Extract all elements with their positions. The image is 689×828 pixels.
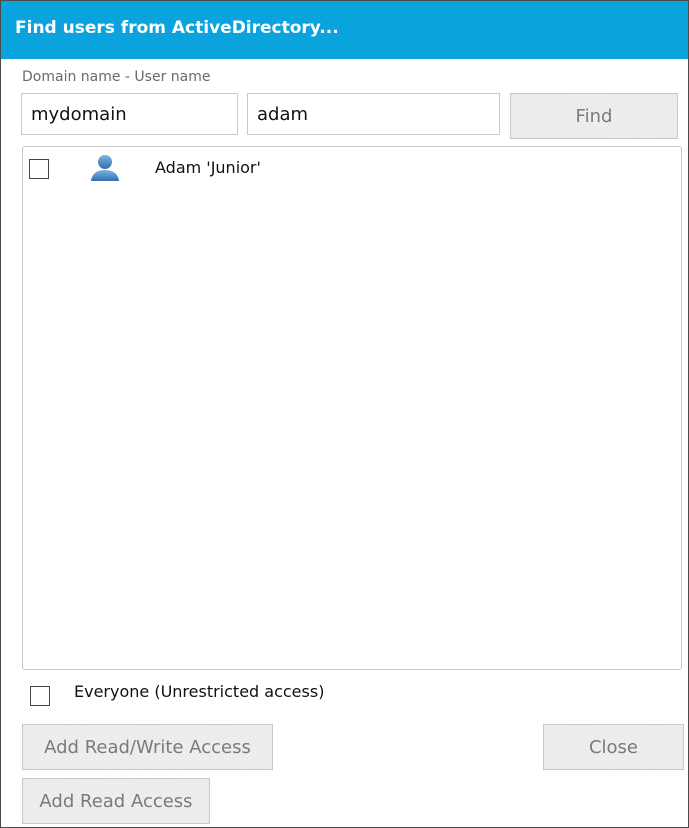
user-name-input[interactable]	[247, 93, 500, 135]
user-item-label: Adam 'Junior'	[155, 158, 261, 177]
user-results-list[interactable]: Adam 'Junior'	[22, 146, 682, 670]
dialog-title: Find users from ActiveDirectory...	[15, 18, 339, 38]
everyone-checkbox[interactable]	[30, 686, 50, 706]
everyone-label: Everyone (Unrestricted access)	[74, 682, 325, 701]
add-read-access-button[interactable]: Add Read Access	[22, 778, 210, 824]
find-users-dialog: Find users from ActiveDirectory... Domai…	[0, 0, 689, 828]
find-button[interactable]: Find	[510, 93, 678, 139]
user-select-checkbox[interactable]	[29, 159, 49, 179]
domain-name-input[interactable]	[21, 93, 238, 135]
add-read-write-access-button[interactable]: Add Read/Write Access	[22, 724, 273, 770]
domain-user-field-label: Domain name - User name	[22, 69, 211, 85]
dialog-title-bar: Find users from ActiveDirectory...	[1, 1, 688, 59]
close-button[interactable]: Close	[543, 724, 684, 770]
list-item[interactable]: Adam 'Junior'	[23, 147, 681, 183]
user-icon	[89, 154, 121, 182]
